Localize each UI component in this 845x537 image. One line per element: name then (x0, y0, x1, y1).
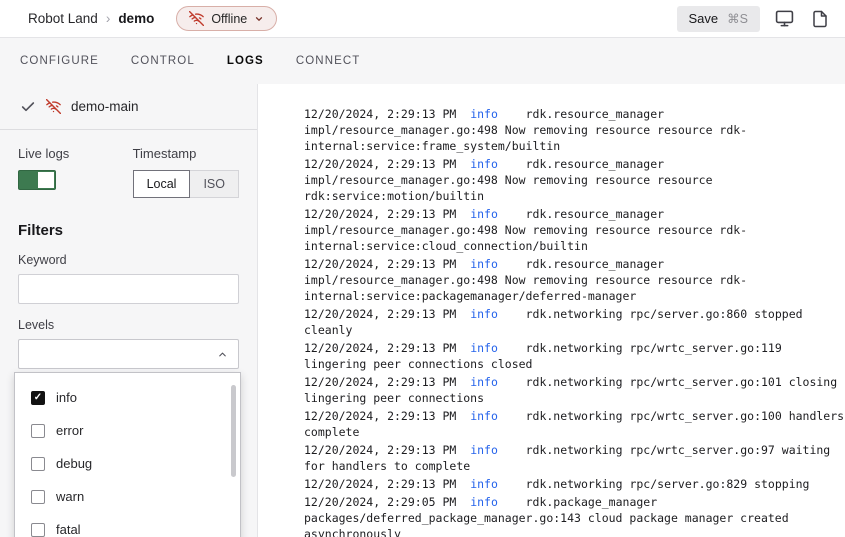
log-level: info (470, 257, 498, 271)
log-timestamp: 12/20/2024, 2:29:13 PM (304, 409, 456, 423)
wifi-off-icon (189, 11, 204, 26)
save-label: Save (689, 11, 719, 26)
log-entry: 12/20/2024, 2:29:13 PM info rdk.networki… (304, 442, 845, 474)
sidebar: demo-main Live logs Timestamp LocalISO F… (0, 84, 258, 537)
log-timestamp: 12/20/2024, 2:29:13 PM (304, 307, 456, 321)
level-label: error (56, 423, 83, 438)
monitor-icon-button[interactable] (773, 7, 796, 30)
level-checkbox-error[interactable] (31, 424, 45, 438)
log-timestamp: 12/20/2024, 2:29:13 PM (304, 477, 456, 491)
log-level: info (470, 157, 498, 171)
level-option-fatal[interactable]: fatal (15, 513, 240, 537)
chevron-up-icon (217, 349, 228, 360)
keyword-label: Keyword (18, 253, 239, 267)
document-icon-button[interactable] (809, 8, 831, 30)
breadcrumb: Robot Land › demo (28, 11, 154, 26)
breadcrumb-current: demo (118, 11, 154, 26)
live-logs-toggle[interactable] (18, 170, 56, 190)
log-entry: 12/20/2024, 2:29:13 PM info rdk.resource… (304, 206, 845, 254)
log-level: info (470, 477, 498, 491)
log-timestamp: 12/20/2024, 2:29:13 PM (304, 157, 456, 171)
filters-title: Filters (18, 222, 239, 239)
log-viewer[interactable]: 12/20/2024, 2:29:13 PM info rdk.resource… (258, 84, 845, 537)
breadcrumb-separator: › (106, 11, 111, 26)
timestamp-option-iso[interactable]: ISO (189, 170, 239, 198)
part-name: demo-main (71, 99, 139, 114)
level-checkbox-debug[interactable] (31, 457, 45, 471)
log-entry: 12/20/2024, 2:29:13 PM info rdk.networki… (304, 306, 845, 338)
tab-configure[interactable]: CONFIGURE (20, 55, 99, 67)
log-timestamp: 12/20/2024, 2:29:13 PM (304, 341, 456, 355)
log-level: info (470, 207, 498, 221)
timestamp-format-segmented: LocalISO (133, 170, 239, 198)
log-timestamp: 12/20/2024, 2:29:13 PM (304, 257, 456, 271)
levels-select[interactable] (18, 339, 239, 369)
timestamp-option-local[interactable]: Local (133, 170, 191, 198)
log-entry: 12/20/2024, 2:29:05 PM info rdk.package_… (304, 494, 845, 537)
log-timestamp: 12/20/2024, 2:29:13 PM (304, 375, 456, 389)
save-shortcut: ⌘S (727, 11, 748, 26)
live-logs-label: Live logs (18, 146, 133, 161)
level-checkbox-fatal[interactable] (31, 523, 45, 537)
timestamp-label: Timestamp (133, 146, 239, 161)
log-entry: 12/20/2024, 2:29:13 PM info rdk.networki… (304, 374, 845, 406)
log-level: info (470, 307, 498, 321)
log-level: info (470, 107, 498, 121)
log-entry: 12/20/2024, 2:29:13 PM info rdk.resource… (304, 156, 845, 204)
monitor-icon (775, 9, 794, 28)
log-level: info (470, 443, 498, 457)
log-entry: 12/20/2024, 2:29:13 PM info rdk.networki… (304, 476, 845, 492)
machine-status-badge[interactable]: Offline (176, 6, 277, 31)
log-entry: 12/20/2024, 2:29:13 PM info rdk.networki… (304, 340, 845, 372)
dropdown-scrollbar[interactable] (231, 385, 236, 477)
levels-dropdown-panel: info error debug warn fatal (14, 372, 241, 537)
levels-label: Levels (18, 318, 239, 332)
tab-bar: CONFIGURE CONTROL LOGS CONNECT (0, 38, 845, 84)
level-label: info (56, 390, 77, 405)
level-option-info[interactable]: info (15, 381, 240, 414)
log-entry: 12/20/2024, 2:29:13 PM info rdk.resource… (304, 106, 845, 154)
chevron-down-icon (254, 14, 264, 24)
app-window: Robot Land › demo Offline Save ⌘S (0, 0, 845, 537)
level-option-debug[interactable]: debug (15, 447, 240, 480)
level-checkbox-warn[interactable] (31, 490, 45, 504)
wifi-off-icon (46, 99, 61, 114)
level-option-error[interactable]: error (15, 414, 240, 447)
tab-control[interactable]: CONTROL (131, 55, 195, 67)
level-label: debug (56, 456, 92, 471)
topbar: Robot Land › demo Offline Save ⌘S (0, 0, 845, 38)
breadcrumb-root[interactable]: Robot Land (28, 11, 98, 26)
document-icon (811, 10, 829, 28)
keyword-input[interactable] (18, 274, 239, 304)
log-entry: 12/20/2024, 2:29:13 PM info rdk.networki… (304, 408, 845, 440)
check-icon (20, 99, 36, 115)
level-label: warn (56, 489, 84, 504)
log-level: info (470, 375, 498, 389)
tab-logs[interactable]: LOGS (227, 55, 264, 67)
log-timestamp: 12/20/2024, 2:29:13 PM (304, 207, 456, 221)
level-checkbox-info[interactable] (31, 391, 45, 405)
level-label: fatal (56, 522, 81, 537)
log-message: rdk.networking rpc/server.go:829 stoppin… (526, 477, 810, 491)
log-timestamp: 12/20/2024, 2:29:05 PM (304, 495, 456, 509)
level-option-warn[interactable]: warn (15, 480, 240, 513)
toggle-knob (38, 172, 54, 188)
status-label: Offline (211, 12, 247, 26)
part-row-demo-main[interactable]: demo-main (0, 84, 257, 130)
log-level: info (470, 341, 498, 355)
log-entry: 12/20/2024, 2:29:13 PM info rdk.resource… (304, 256, 845, 304)
save-button[interactable]: Save ⌘S (677, 6, 760, 32)
log-level: info (470, 495, 498, 509)
log-level: info (470, 409, 498, 423)
log-timestamp: 12/20/2024, 2:29:13 PM (304, 443, 456, 457)
log-timestamp: 12/20/2024, 2:29:13 PM (304, 107, 456, 121)
tab-connect[interactable]: CONNECT (296, 55, 361, 67)
